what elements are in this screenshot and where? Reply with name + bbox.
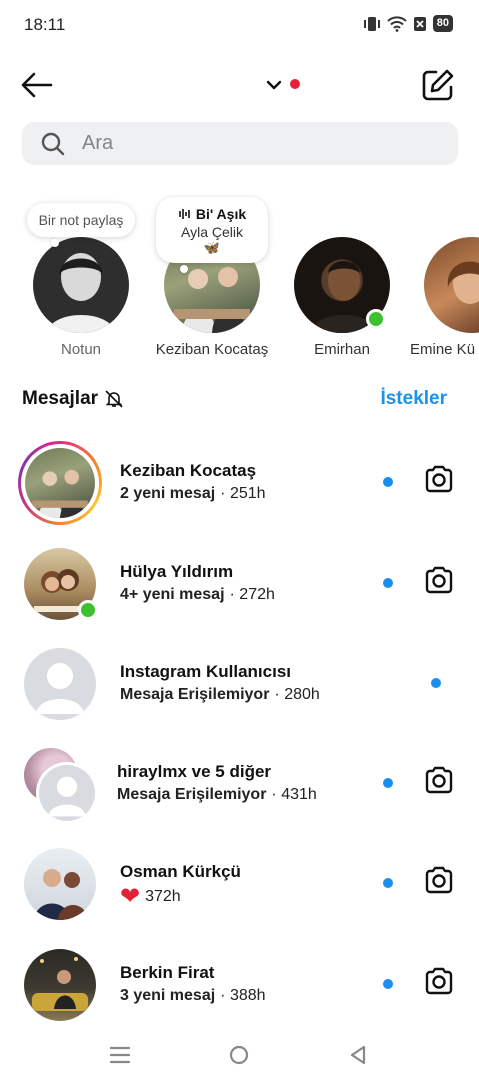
unread-indicator xyxy=(383,578,393,588)
thread-preview: 2 yeni mesaj · 251h xyxy=(120,485,266,503)
thread-instagram-user[interactable]: Instagram Kullanıcısı Mesaja Erişilemiyo… xyxy=(0,634,479,734)
avatar xyxy=(424,237,479,333)
thread-keziban[interactable]: Keziban Kocataş 2 yeni mesaj · 251h xyxy=(0,433,479,533)
notification-dot xyxy=(290,79,300,89)
avatar xyxy=(24,949,96,1021)
default-avatar-icon xyxy=(24,648,96,720)
thread-group-hiraylmx[interactable]: hiraylmx ve 5 diğer Mesaja Erişilemiyor … xyxy=(0,734,479,834)
note-keziban[interactable]: Bi' Aşık Ayla Çelik 🦋 Keziban Kocataş xyxy=(142,195,282,370)
butterfly-icon: 🦋 xyxy=(203,240,221,255)
thread-berkin[interactable]: Berkin Firat 3 yeni mesaj · 388h xyxy=(0,935,479,1035)
thread-name: Keziban Kocataş xyxy=(120,461,257,480)
portrait-image xyxy=(447,261,479,304)
camera-icon[interactable] xyxy=(423,463,455,495)
status-icons: 80 xyxy=(363,15,453,32)
unread-indicator xyxy=(431,678,441,688)
thread-time: · 388h xyxy=(220,987,266,1004)
thread-hulya[interactable]: Hülya Yıldırım 4+ yeni mesaj · 272h xyxy=(0,534,479,634)
search-input[interactable] xyxy=(82,132,422,155)
vibrate-icon xyxy=(363,16,380,31)
thread-status: 2 yeni mesaj xyxy=(120,485,216,502)
avatar xyxy=(25,448,95,518)
messages-title-text: Mesajlar xyxy=(22,388,99,409)
search-bar[interactable] xyxy=(22,122,458,165)
thread-preview: 4+ yeni mesaj · 272h xyxy=(120,586,275,604)
wifi-icon xyxy=(387,15,407,32)
thread-status: Mesaja Erişilemiyor xyxy=(117,786,267,803)
thread-preview: Mesaja Erişilemiyor · 431h xyxy=(117,786,317,804)
thread-preview: Mesaja Erişilemiyor · 280h xyxy=(120,686,320,704)
back-triangle-icon[interactable] xyxy=(343,1040,373,1070)
notes-row: Bir not paylaş Notun Bi' Aşık Ayla Çelik… xyxy=(0,195,479,370)
note-emine[interactable]: Emine Kü xyxy=(402,195,479,370)
thread-time: · 280h xyxy=(274,686,320,703)
audio-wave-icon xyxy=(179,209,190,219)
thread-name: Hülya Yıldırım xyxy=(120,562,234,581)
account-switch-chevron-icon[interactable] xyxy=(264,74,304,98)
status-bar: 18:11 80 xyxy=(0,0,479,50)
thread-time: · 272h xyxy=(229,586,275,603)
avatar xyxy=(24,848,96,920)
muted-bell-icon[interactable] xyxy=(104,389,124,409)
search-icon xyxy=(41,132,65,155)
system-navigation-bar xyxy=(0,1030,479,1080)
note-song-title: Bi' Aşık xyxy=(195,206,247,222)
camera-icon[interactable] xyxy=(423,864,455,896)
header xyxy=(0,60,479,110)
online-indicator xyxy=(78,600,98,620)
status-time: 18:11 xyxy=(24,15,66,34)
camera-icon[interactable] xyxy=(423,965,455,997)
camera-icon[interactable] xyxy=(423,764,455,796)
note-name: Keziban Kocataş xyxy=(155,341,269,358)
battery-indicator: 80 xyxy=(432,15,453,32)
note-own[interactable]: Bir not paylaş Notun xyxy=(11,195,151,370)
thread-preview: 3 yeni mesaj · 388h xyxy=(120,987,266,1005)
thread-preview: ❤ 372h xyxy=(120,883,181,910)
portrait-image xyxy=(47,253,115,333)
thread-osman[interactable]: Osman Kürkçü ❤ 372h xyxy=(0,834,479,934)
unread-indicator xyxy=(383,979,393,989)
thread-status: Mesaja Erişilemiyor xyxy=(120,686,270,703)
unread-indicator xyxy=(383,778,393,788)
no-sim-icon xyxy=(413,16,426,31)
thread-time: · 431h xyxy=(271,786,317,803)
note-text: Bir not paylaş xyxy=(38,212,124,228)
note-name: Emine Kü xyxy=(410,341,476,358)
unread-indicator xyxy=(383,878,393,888)
unread-indicator xyxy=(383,477,393,487)
thread-time: · 251h xyxy=(220,485,266,502)
messages-title: Mesajlar xyxy=(22,388,124,410)
online-indicator xyxy=(366,309,386,329)
thread-status: 3 yeni mesaj xyxy=(120,987,216,1004)
camera-icon[interactable] xyxy=(423,564,455,596)
note-bubble-music: Bi' Aşık Ayla Çelik 🦋 xyxy=(156,197,268,273)
requests-link[interactable]: İstekler xyxy=(380,388,447,410)
note-bubble: Bir not paylaş xyxy=(27,203,135,247)
thread-name: Osman Kürkçü xyxy=(120,862,241,881)
note-emirhan[interactable]: Emirhan xyxy=(272,195,412,370)
note-song-artist: Ayla Çelik xyxy=(181,224,243,240)
avatar xyxy=(33,237,129,333)
thread-name: Instagram Kullanıcısı xyxy=(120,662,291,681)
menu-icon[interactable] xyxy=(105,1040,135,1070)
heart-reaction-icon: ❤ xyxy=(120,883,141,910)
thread-name: hiraylmx ve 5 diğer xyxy=(117,762,272,781)
note-name: Emirhan xyxy=(314,341,370,358)
note-name: Notun xyxy=(60,341,102,358)
default-avatar-icon xyxy=(39,765,95,821)
back-arrow-icon[interactable] xyxy=(20,70,54,100)
thread-time: 372h xyxy=(145,888,181,905)
thread-status: 4+ yeni mesaj xyxy=(120,586,225,603)
thread-name: Berkin Firat xyxy=(120,963,215,982)
home-circle-icon[interactable] xyxy=(224,1040,254,1070)
compose-icon[interactable] xyxy=(421,68,455,102)
